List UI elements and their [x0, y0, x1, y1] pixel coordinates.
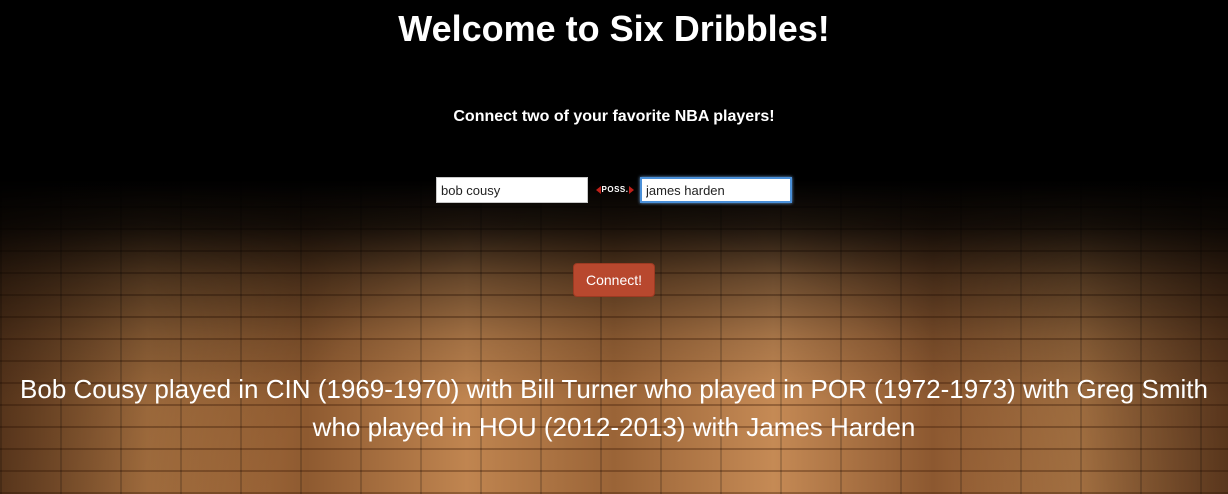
arrow-right-icon	[629, 185, 635, 194]
possession-connector: POSS.	[593, 184, 637, 196]
main-content: Welcome to Six Dribbles! Connect two of …	[0, 0, 1228, 494]
connect-button[interactable]: Connect!	[573, 263, 655, 297]
connection-result: Bob Cousy played in CIN (1969-1970) with…	[20, 374, 1208, 442]
possession-label: POSS.	[601, 185, 629, 194]
page-title: Welcome to Six Dribbles!	[398, 8, 830, 49]
player-input-row: POSS.	[0, 177, 1228, 203]
player-b-input[interactable]	[640, 177, 792, 203]
page-subtitle: Connect two of your favorite NBA players…	[453, 108, 775, 125]
player-a-input[interactable]	[436, 177, 588, 203]
arrow-left-icon	[595, 185, 601, 194]
